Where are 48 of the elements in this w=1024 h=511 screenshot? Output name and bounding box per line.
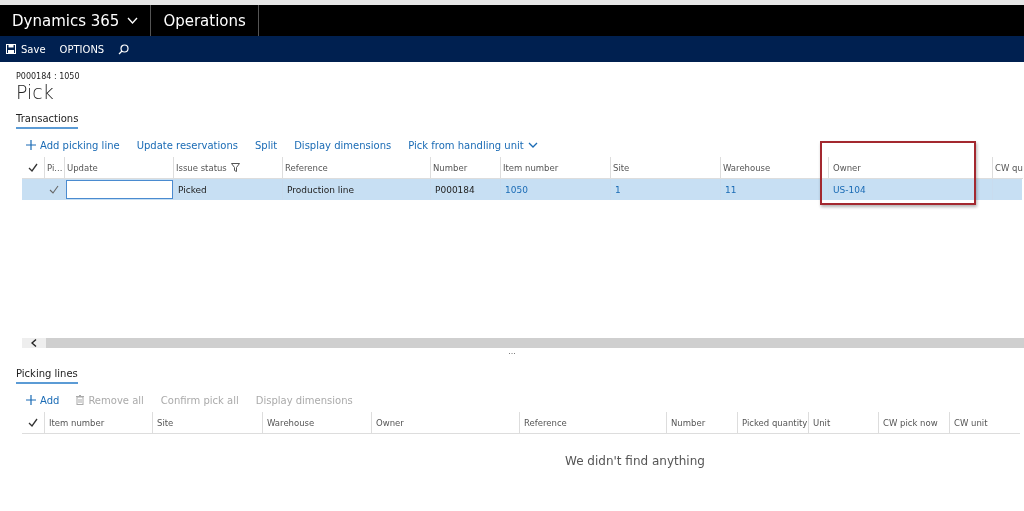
- input-field[interactable]: [66, 180, 173, 199]
- search-button[interactable]: [118, 43, 130, 55]
- section-tab[interactable]: Transactions: [16, 111, 79, 129]
- column-header[interactable]: Warehouse: [262, 412, 371, 434]
- search-icon: [118, 43, 130, 55]
- column-header[interactable]: Owner: [371, 412, 519, 434]
- plus-icon: [26, 395, 36, 405]
- trash-icon: [76, 395, 85, 405]
- splitter-handle[interactable]: ...: [502, 348, 522, 358]
- table-cell: [992, 179, 1022, 200]
- chevron-left-icon[interactable]: [31, 339, 37, 347]
- chevron-down-icon: [127, 17, 139, 24]
- plus-icon: [26, 140, 36, 150]
- page-caption: P000184 : 1050: [15, 71, 81, 81]
- table-cell[interactable]: 11: [720, 179, 828, 200]
- checkmark-icon: [28, 418, 38, 427]
- checkmark-icon: [49, 185, 59, 194]
- table-cell: P000184: [430, 179, 500, 200]
- column-header[interactable]: Picked quantity: [737, 412, 808, 434]
- options-button[interactable]: OPTIONS: [59, 43, 105, 55]
- column-header[interactable]: Number: [666, 412, 737, 434]
- toolbar-action-button[interactable]: Display dimensions: [294, 139, 392, 151]
- save-button[interactable]: Save: [6, 43, 46, 55]
- column-header[interactable]: Unit: [808, 412, 878, 434]
- table-cell[interactable]: 1050: [500, 179, 610, 200]
- toolbar-action-button[interactable]: Update reservations: [136, 139, 238, 151]
- save-icon: [6, 44, 16, 54]
- checkmark-icon: [28, 163, 38, 172]
- toolbar-add-button[interactable]: Add: [26, 394, 60, 406]
- table-cell[interactable]: 1: [610, 179, 720, 200]
- horizontal-scrollbar[interactable]: [22, 338, 1024, 348]
- empty-message: We didn't find anything: [565, 454, 705, 468]
- chevron-down-icon: [527, 142, 538, 148]
- toolbar-add-button[interactable]: Add picking line: [26, 139, 120, 151]
- column-header[interactable]: CW unit: [949, 412, 1020, 434]
- column-header[interactable]: Site: [152, 412, 262, 434]
- page-title: Pick: [15, 81, 55, 103]
- column-header[interactable]: CW pick now: [878, 412, 949, 434]
- table-cell[interactable]: US-104: [828, 179, 992, 200]
- toolbar-action-button[interactable]: Split: [255, 139, 278, 151]
- section-tab[interactable]: Picking lines: [16, 366, 78, 384]
- table-cell: Production line: [282, 179, 430, 200]
- table-cell: Picked: [173, 179, 282, 200]
- filter-icon: [230, 163, 240, 172]
- column-header[interactable]: Reference: [519, 412, 666, 434]
- column-header[interactable]: Item number: [44, 412, 152, 434]
- toolbar-action-button[interactable]: Pick from handling unit: [408, 139, 538, 151]
- picked-checkbox[interactable]: [44, 179, 64, 200]
